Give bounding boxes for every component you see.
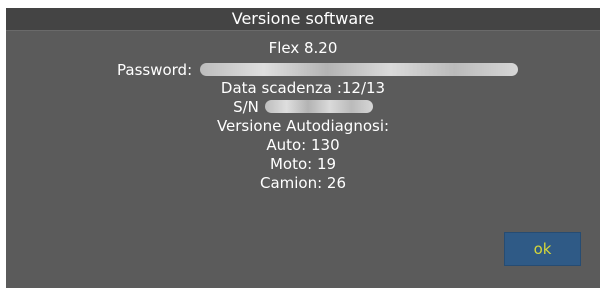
serial-label: S/N: [233, 98, 259, 116]
auto-version: Auto: 130: [266, 136, 340, 154]
dialog-title: Versione software: [6, 8, 600, 31]
autodiag-heading: Versione Autodiagnosi:: [216, 117, 390, 135]
version-text: Flex 8.20: [268, 39, 338, 57]
dialog-content: Flex 8.20 Password: Data scadenza :12/13…: [6, 31, 600, 281]
software-version-dialog: Versione software Flex 8.20 Password: Da…: [0, 0, 606, 292]
password-row: Password:: [117, 61, 519, 79]
serial-redacted: [264, 99, 373, 113]
password-redacted: [200, 62, 519, 76]
expiry-text: Data scadenza :12/13: [220, 79, 386, 97]
password-label: Password:: [117, 61, 193, 79]
camion-version: Camion: 26: [259, 174, 347, 192]
moto-version: Moto: 19: [269, 155, 337, 173]
ok-button[interactable]: ok: [504, 232, 581, 266]
serial-row: S/N: [6, 98, 600, 116]
